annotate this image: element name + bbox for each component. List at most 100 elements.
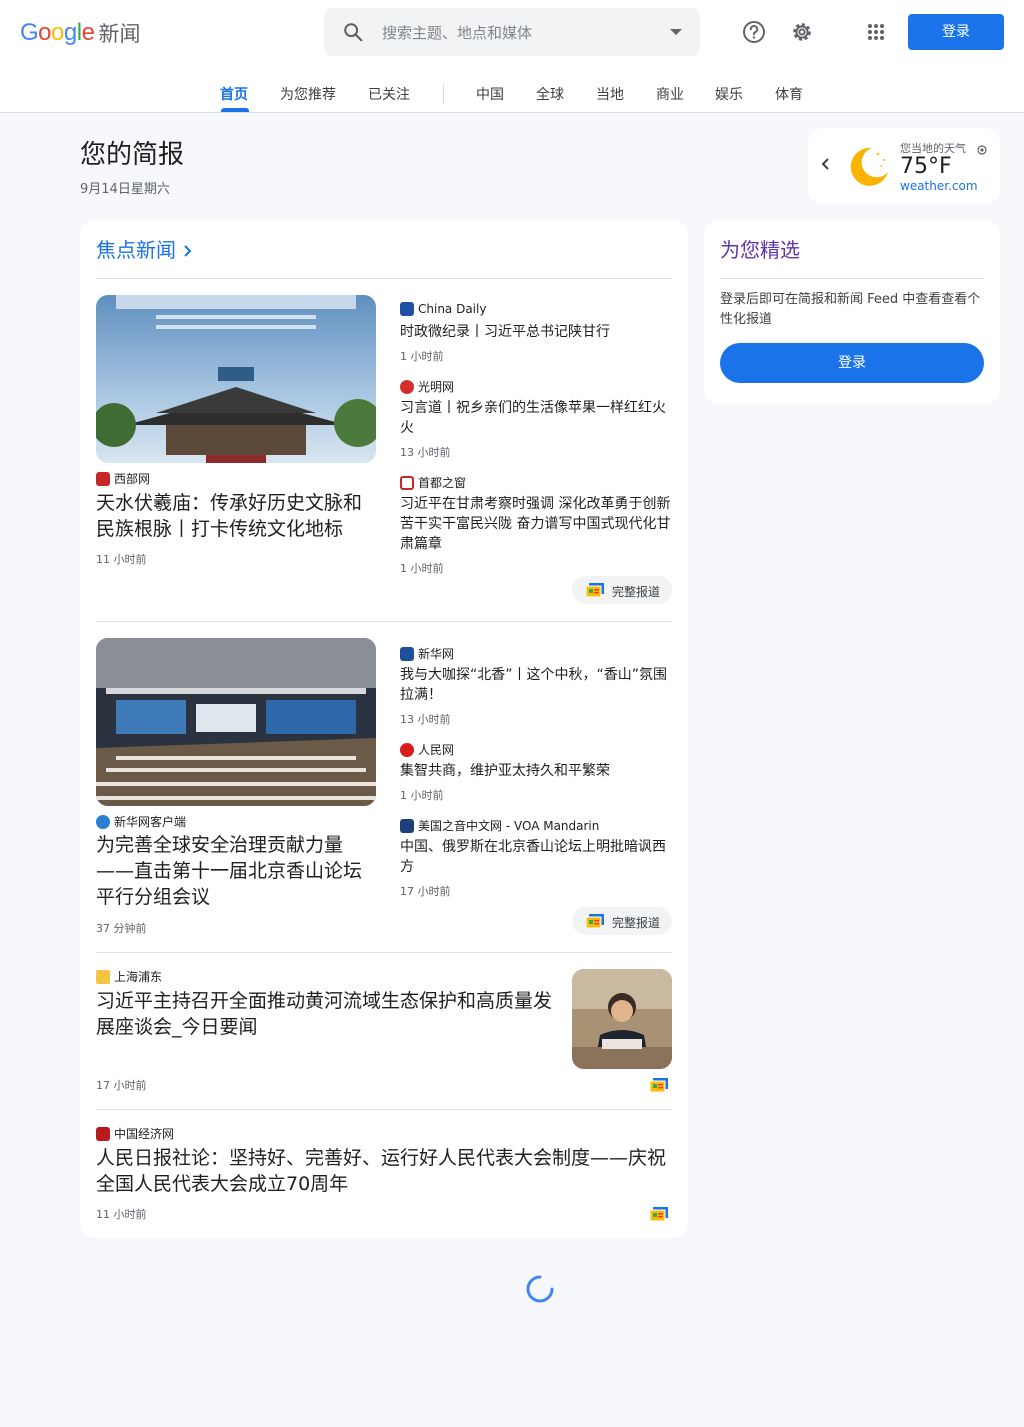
divider [96,278,672,279]
story-headline[interactable]: 为完善全球安全治理贡献力量——直击第十一届北京香山论坛平行分组会议 [96,832,380,910]
story-time: 1 小时前 [400,350,444,363]
full-coverage-icon[interactable] [649,1206,668,1225]
story-headline[interactable]: 我与大咖探“北香”丨这个中秋，“香山”氛围拉满！ [400,665,672,705]
story-time: 17 小时前 [96,1079,147,1092]
story-time: 37 分钟前 [96,922,147,935]
divider [96,952,672,953]
story-source: 首都之窗 [400,474,466,491]
full-coverage-label: 完整报道 [612,916,661,930]
source-name: 新华网客户端 [114,815,187,829]
source-logo-icon [400,818,414,833]
search-icon[interactable] [342,21,364,47]
story-source: 中国经济网 [96,1125,174,1142]
tab-for-you[interactable]: 为您推荐 [280,84,336,104]
signin-button[interactable]: 登录 [908,14,1004,50]
nav-divider [443,84,444,104]
tab-business[interactable]: 商业 [656,84,684,104]
logo-google: Google [20,19,95,46]
briefing-title: 您的简报 [80,140,185,170]
chevron-left-icon[interactable] [820,156,832,176]
top-bar: Google 新闻 搜索主题、地点和媒体 登录 首页 为您推荐 已关注 中国 全… [0,0,1024,113]
story-time: 11 小时前 [96,1208,147,1221]
tab-china[interactable]: 中国 [476,84,504,104]
full-coverage-button[interactable]: 完整报道 [572,907,672,935]
source-logo-icon [400,646,414,661]
section-nav: 首页 为您推荐 已关注 中国 全球 当地 商业 娱乐 体育 [0,74,1024,112]
tab-world[interactable]: 全球 [536,84,564,104]
story-headline[interactable]: 人民日报社论：坚持好、完善好、运行好人民代表大会制度——庆祝全国人民代表大会成立… [96,1145,672,1197]
tab-sports[interactable]: 体育 [775,84,803,104]
source-name: 人民网 [418,743,455,757]
story-headline[interactable]: 中国、俄罗斯在北京香山论坛上明批暗讽西方 [400,837,672,877]
chevron-right-icon[interactable] [182,240,194,264]
weather-temperature: 75°F [900,154,952,179]
source-name: 西部网 [114,472,151,486]
help-icon[interactable] [740,18,768,46]
source-name: China Daily [418,302,487,316]
source-name: 首都之窗 [418,476,467,490]
search-input[interactable]: 搜索主题、地点和媒体 [382,22,532,43]
story-thumbnail-forum[interactable] [96,638,376,806]
full-coverage-icon [585,583,604,600]
divider [96,1109,672,1110]
story-thumbnail-temple[interactable] [96,295,376,463]
top-stories-heading[interactable]: 焦点新闻 [96,234,194,264]
source-logo-icon [400,475,414,490]
apps-icon[interactable] [862,18,890,46]
story-headline[interactable]: 天水伏羲庙：传承好历史文脉和民族根脉丨打卡传统文化地标 [96,490,380,542]
settings-icon[interactable] [788,18,816,46]
logo-news-label: 新闻 [98,22,141,46]
story-headline[interactable]: 习言道丨祝乡亲们的生活像苹果一样红红火火 [400,398,672,438]
full-coverage-label: 完整报道 [612,585,661,599]
source-logo-icon [96,1126,110,1141]
weather-source-link[interactable]: weather.com [900,179,978,193]
story-time: 13 小时前 [400,713,451,726]
tab-local[interactable]: 当地 [596,84,624,104]
source-logo-icon [96,814,110,829]
story-headline[interactable]: 习近平主持召开全面推动黄河流域生态保护和高质量发展座谈会_今日要闻 [96,988,562,1040]
divider [96,621,672,622]
story-time: 13 小时前 [400,446,451,459]
source-logo-icon [400,302,414,316]
active-tab-indicator [221,108,249,112]
briefing-date: 9月14日星期六 [80,182,170,197]
story-source: China Daily [400,302,486,316]
story-source: 新华网 [400,645,454,662]
moon-icon [844,142,892,194]
top-stories-card: 焦点新闻 西部网 天水伏羲庙：传承好历史文脉和民族根脉丨打卡传统文化地标 11 … [80,220,688,1238]
story-source: 光明网 [400,378,454,395]
source-name: 中国经济网 [114,1127,175,1141]
search-box[interactable]: 搜索主题、地点和媒体 [324,8,700,56]
search-dropdown-icon[interactable] [670,29,682,35]
source-name: 美国之音中文网 - VOA Mandarin [418,819,600,833]
story-headline[interactable]: 集智共商，维护亚太持久和平繁荣 [400,761,672,781]
source-logo-icon [400,742,414,757]
source-logo-icon [96,969,110,984]
story-source: 西部网 [96,470,150,487]
full-coverage-icon[interactable] [649,1077,668,1096]
story-source: 新华网客户端 [96,813,186,830]
story-time: 1 小时前 [400,789,444,802]
story-thumbnail-speaker[interactable] [572,969,672,1069]
story-source: 上海浦东 [96,968,162,985]
story-time: 17 小时前 [400,885,451,898]
source-name: 上海浦东 [114,970,163,984]
tab-following[interactable]: 已关注 [368,84,410,104]
story-headline[interactable]: 时政微纪录丨习近平总书记陕甘行 [400,322,672,342]
story-source: 人民网 [400,741,454,758]
story-time: 1 小时前 [400,562,444,575]
tab-entertainment[interactable]: 娱乐 [715,84,743,104]
full-coverage-button[interactable]: 完整报道 [572,576,672,604]
picks-title: 为您精选 [720,238,800,262]
tab-home[interactable]: 首页 [220,84,248,104]
story-headline[interactable]: 习近平在甘肃考察时强调 深化改革勇于创新 苦干实干富民兴陇 奋力谱写中国式现代化… [400,494,672,554]
divider [720,278,984,279]
top-stories-title[interactable]: 焦点新闻 [96,238,176,262]
full-coverage-icon [585,914,604,931]
source-name: 光明网 [418,380,455,394]
location-icon [976,141,988,160]
source-name: 新华网 [418,647,455,661]
google-news-logo[interactable]: Google 新闻 [20,18,140,48]
picks-signin-button[interactable]: 登录 [720,343,984,383]
weather-widget[interactable]: 您当地的天气 75°F weather.com [808,128,1000,204]
